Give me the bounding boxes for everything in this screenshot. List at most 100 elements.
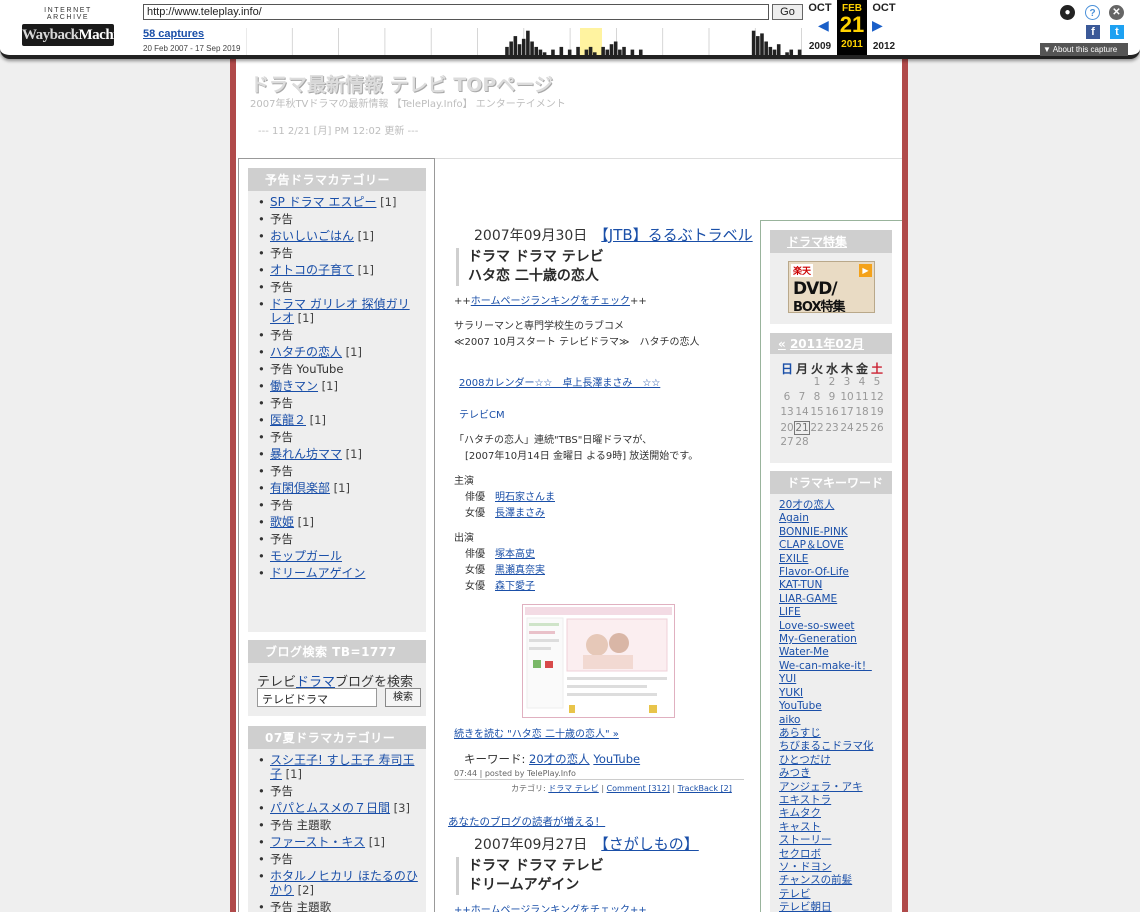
go-button[interactable]: Go	[772, 4, 803, 20]
calendar-day[interactable]: 10	[839, 391, 855, 403]
calendar-day[interactable]: 3	[839, 376, 855, 388]
entry1-keyword-1[interactable]: 20才の恋人	[529, 752, 590, 766]
keyword-link[interactable]: ストーリー	[779, 834, 874, 847]
next-year[interactable]: 2012	[867, 41, 901, 52]
about-capture-button[interactable]: ▼ About this capture	[1040, 43, 1128, 56]
calendar-day[interactable]: 11	[854, 391, 870, 403]
category-link[interactable]: 医龍２	[270, 413, 306, 427]
keyword-link[interactable]: LIFE	[779, 606, 874, 619]
cast-name-link[interactable]: 長澤まさみ	[495, 508, 545, 519]
keyword-link[interactable]: Flavor-Of-Life	[779, 566, 874, 579]
calendar-day[interactable]: 18	[854, 406, 870, 418]
calendar-day[interactable]: 26	[869, 422, 885, 434]
entry1-title[interactable]: ドラマ ドラマ テレビ ハタ恋 二十歳の恋人	[456, 248, 604, 286]
entry1-comment-link[interactable]: Comment [312]	[607, 784, 670, 793]
next-month[interactable]: OCT	[867, 2, 901, 14]
keyword-link[interactable]: BONNIE-PINK	[779, 526, 874, 539]
entry1-more-link[interactable]: 続きを読む "ハタ恋 二十歳の恋人" »	[454, 729, 619, 740]
calendar-day[interactable]: 27	[779, 436, 795, 448]
category-link[interactable]: ハタチの恋人	[270, 345, 342, 359]
facebook-icon[interactable]: f	[1086, 25, 1100, 39]
keyword-link[interactable]: CLAP＆LOVE	[779, 539, 874, 552]
keyword-link[interactable]: キムタク	[779, 807, 874, 820]
prev-year[interactable]: 2009	[803, 41, 837, 52]
keyword-link[interactable]: ひとつだけ	[779, 754, 874, 767]
category-link[interactable]: ドラマ ガリレオ 探偵ガリレオ	[270, 297, 410, 325]
keyword-link[interactable]: みつき	[779, 767, 874, 780]
entry1-screenshot-image[interactable]	[522, 604, 675, 718]
calendar-day[interactable]: 25	[854, 422, 870, 434]
keyword-link[interactable]: Love-so-sweet	[779, 620, 874, 633]
calendar-day[interactable]: 20	[779, 422, 795, 434]
calendar-day[interactable]: 15	[809, 406, 825, 418]
cast-name-link[interactable]: 森下愛子	[495, 581, 535, 592]
cast-name-link[interactable]: 塚本高史	[495, 549, 535, 560]
keyword-link[interactable]: アンジェラ・アキ	[779, 781, 874, 794]
site-title[interactable]: ドラマ最新情報 テレビ TOPページ	[250, 70, 553, 97]
calendar-day[interactable]: 21	[794, 421, 810, 435]
category-link[interactable]: SP ドラマ エスピー	[270, 195, 376, 209]
keyword-link[interactable]: My-Generation	[779, 633, 874, 646]
keyword-link[interactable]: チャンスの前髪	[779, 874, 874, 887]
keyword-link[interactable]: テレビ	[779, 888, 874, 901]
keyword-link[interactable]: YUKI	[779, 687, 874, 700]
close-icon[interactable]: ✕	[1109, 5, 1124, 20]
keyword-link[interactable]: YouTube	[779, 700, 874, 713]
calendar-day[interactable]: 14	[794, 406, 810, 418]
blog-search-button[interactable]: 検索	[385, 688, 421, 707]
category-link[interactable]: パパとムスメの７日間	[270, 801, 390, 815]
category-link[interactable]: おいしいごはん	[270, 229, 354, 243]
keyword-link[interactable]: エキストラ	[779, 794, 874, 807]
category-link[interactable]: モップガール	[270, 549, 342, 563]
keyword-link[interactable]: テレビ朝日	[779, 901, 874, 912]
captures-link[interactable]: 58 captures	[143, 28, 204, 40]
calendar-day[interactable]: 9	[824, 391, 840, 403]
keyword-link[interactable]: EXILE	[779, 553, 874, 566]
calendar-day[interactable]: 17	[839, 406, 855, 418]
entry1-keyword-2[interactable]: YouTube	[593, 752, 640, 766]
calendar-day[interactable]: 23	[824, 422, 840, 434]
calendar-day[interactable]: 4	[854, 376, 870, 388]
entry1-rank-link[interactable]: ホームページランキングをチェック	[471, 296, 630, 307]
entry1-date-link[interactable]: 【JTB】るるぶトラベル	[601, 226, 752, 244]
calendar-day[interactable]: 16	[824, 406, 840, 418]
calendar-day[interactable]: 5	[869, 376, 885, 388]
keyword-link[interactable]: Water-Me	[779, 646, 874, 659]
dvd-box-banner[interactable]: 楽天 ▶ DVD/ BOX特集	[788, 261, 875, 313]
keyword-link[interactable]: あらすじ	[779, 727, 874, 740]
keyword-link[interactable]: ちびまるこドラマ化	[779, 740, 874, 753]
category-link[interactable]: 暴れん坊ママ	[270, 447, 342, 461]
calendar-day[interactable]: 19	[869, 406, 885, 418]
category-link[interactable]: 働きマン	[270, 379, 318, 393]
calendar-day[interactable]: 7	[794, 391, 810, 403]
keyword-link[interactable]: セクロボ	[779, 848, 874, 861]
calendar-title[interactable]: « 2011年02月	[770, 333, 892, 354]
cast-name-link[interactable]: 黒瀬真奈実	[495, 565, 545, 576]
entry1-trackback-link[interactable]: TrackBack [2]	[678, 784, 732, 793]
readers-link[interactable]: あなたのブログの読者が増える！	[448, 816, 605, 828]
category-link[interactable]: オトコの子育て	[270, 263, 354, 277]
calendar-day[interactable]: 2	[824, 376, 840, 388]
entry1-category-link[interactable]: ドラマ テレビ	[548, 784, 599, 793]
keyword-link[interactable]: YUI	[779, 673, 874, 686]
keyword-link[interactable]: aiko	[779, 714, 874, 727]
category-link[interactable]: ホタルノヒカリ ほたるのひかり	[270, 869, 418, 897]
calendar-day[interactable]: 6	[779, 391, 795, 403]
user-icon[interactable]: ●	[1060, 5, 1075, 20]
keyword-link[interactable]: We-can-make-it！	[779, 660, 874, 673]
capture-sparkline[interactable]	[246, 28, 802, 55]
keyword-link[interactable]: キャスト	[779, 821, 874, 834]
keyword-link[interactable]: Again	[779, 512, 874, 525]
feature-box-link[interactable]: ドラマ特集	[787, 235, 847, 249]
help-icon[interactable]: ?	[1085, 5, 1100, 20]
keyword-link[interactable]: KAT-TUN	[779, 579, 874, 592]
twitter-icon[interactable]: t	[1110, 25, 1124, 39]
calendar-day[interactable]: 8	[809, 391, 825, 403]
calendar-day[interactable]: 12	[869, 391, 885, 403]
keyword-link[interactable]: ソ・ドヨン	[779, 861, 874, 874]
prev-arrow-icon[interactable]: ◀	[818, 18, 829, 34]
cast-name-link[interactable]: 明石家さんま	[495, 492, 555, 503]
calendar-day[interactable]: 1	[809, 376, 825, 388]
calendar-day[interactable]: 24	[839, 422, 855, 434]
wayback-logo[interactable]: INTERNET ARCHIVE WaybackMachine	[22, 7, 131, 46]
